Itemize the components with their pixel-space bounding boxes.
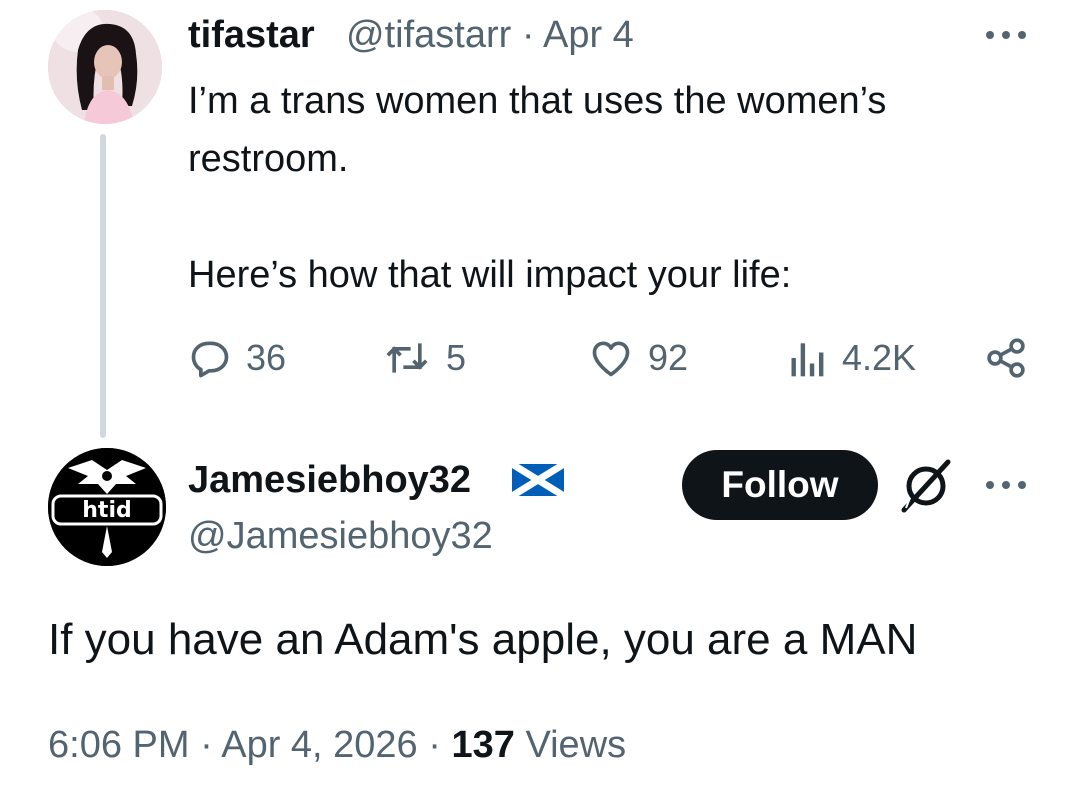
views-icon [791, 343, 824, 377]
more-icon[interactable] [982, 22, 1030, 48]
scotland-flag-icon [512, 464, 564, 496]
tweet-meta: @tifastarr · Apr 4 [346, 10, 634, 60]
tweet-paragraph-1: I’m a trans women that uses the women’s … [188, 80, 887, 180]
reply-action[interactable]: 36 [188, 333, 286, 383]
tweet-date[interactable]: Apr 4 [543, 14, 634, 56]
share-icon [987, 338, 1025, 378]
views-count: 137 [451, 724, 515, 766]
handle[interactable]: @tifastarr [346, 14, 511, 56]
footer-separator: · [200, 724, 213, 766]
avatar-jamesiebhoy32[interactable]: htid [48, 448, 166, 566]
footer-separator: · [428, 724, 441, 766]
handle[interactable]: @Jamesiebhoy32 [188, 511, 493, 561]
views-label: Views [525, 724, 627, 766]
reply-body: If you have an Adam's apple, you are a M… [48, 615, 918, 664]
avatar-logo-text: htid [82, 498, 131, 523]
like-icon [592, 341, 630, 377]
tweet-time[interactable]: 6:06 PM [48, 724, 190, 766]
reply-icon [191, 341, 229, 378]
display-name[interactable]: tifastar [188, 10, 315, 60]
repost-icon [386, 343, 428, 373]
tweet-full-date[interactable]: Apr 4, 2026 [221, 724, 417, 766]
grok-icon[interactable] [898, 458, 954, 514]
like-action[interactable]: 92 [588, 333, 688, 383]
meta-separator: · [521, 14, 535, 56]
views-count: 4.2K [842, 337, 917, 378]
tweet-footer: 6:06 PM · Apr 4, 2026 · 137 Views [48, 718, 626, 772]
thread-connector-line [100, 134, 106, 438]
follow-button[interactable]: Follow [682, 450, 878, 520]
tweet-body: I’m a trans women that uses the women’s … [188, 72, 1028, 304]
views-action[interactable]: 4.2K [788, 333, 916, 383]
more-icon[interactable] [982, 472, 1030, 498]
repost-count: 5 [446, 337, 467, 378]
like-count: 92 [648, 337, 689, 378]
reply-count: 36 [246, 337, 287, 378]
share-action[interactable] [984, 333, 1028, 383]
repost-action[interactable]: 5 [382, 333, 466, 383]
avatar-tifastar[interactable] [48, 10, 162, 124]
tweet-paragraph-2: Here’s how that will impact your life: [188, 254, 792, 296]
display-name[interactable]: Jamesiebhoy32 [188, 455, 471, 505]
